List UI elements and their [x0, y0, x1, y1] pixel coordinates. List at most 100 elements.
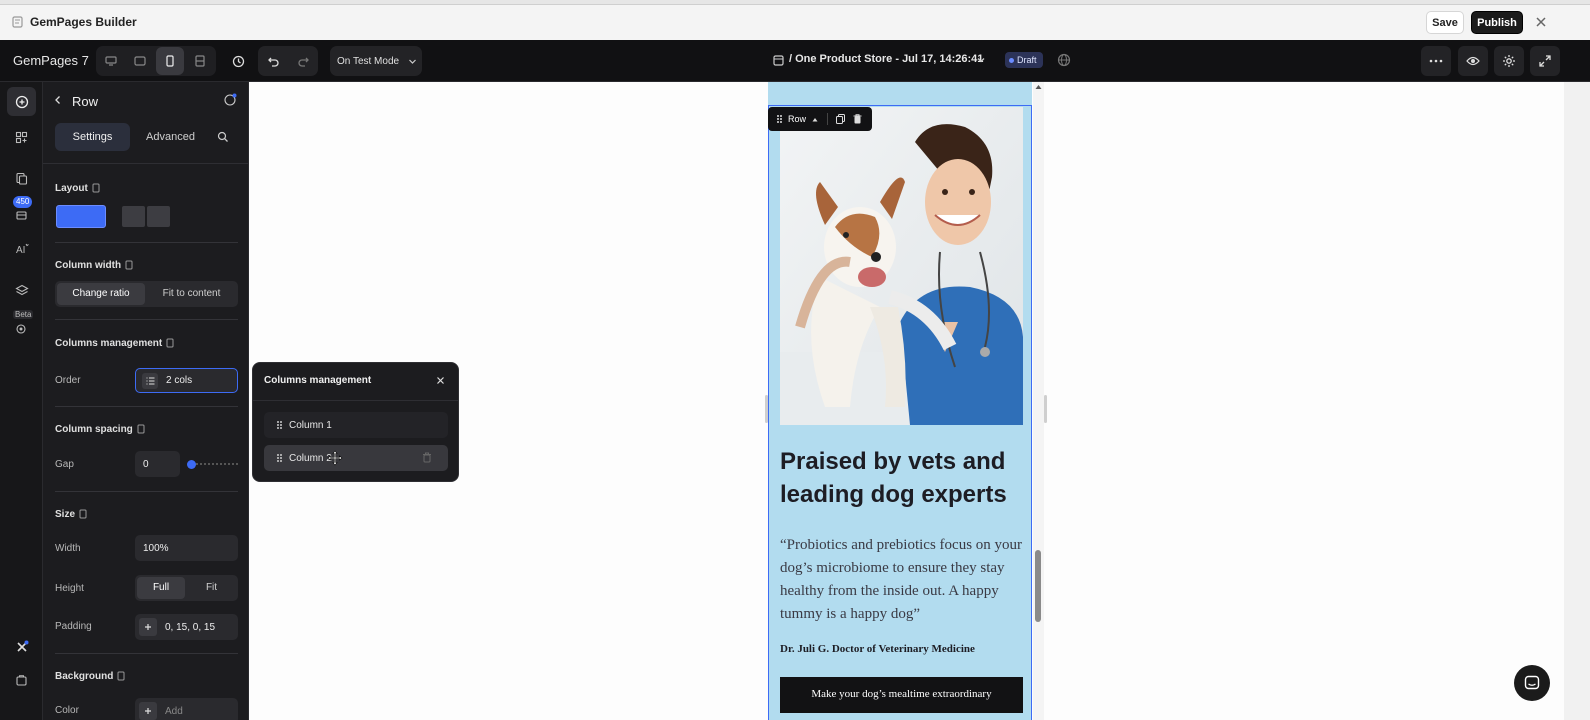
gap-input[interactable]: 0 — [135, 451, 180, 477]
help-icon[interactable] — [224, 93, 237, 106]
more-options-icon[interactable] — [1421, 46, 1451, 76]
move-cursor-icon — [327, 450, 343, 466]
add-element-icon[interactable] — [7, 87, 36, 116]
ai-text-icon[interactable]: AI — [7, 234, 36, 263]
gap-slider-track[interactable] — [189, 463, 238, 465]
save-button[interactable]: Save — [1426, 11, 1464, 34]
scroll-up-arrow-icon[interactable] — [1035, 84, 1042, 90]
desktop-view-icon[interactable] — [97, 47, 125, 75]
layout-section-title: Layout — [55, 183, 100, 194]
preview-eye-icon[interactable] — [1458, 46, 1488, 76]
drag-handle-icon[interactable] — [276, 420, 283, 430]
color-placeholder: Add — [165, 705, 183, 717]
status-badge: Draft — [1005, 52, 1043, 68]
chat-icon — [1524, 675, 1540, 691]
svg-text:AI: AI — [16, 245, 25, 255]
change-ratio-option[interactable]: Change ratio — [57, 283, 145, 305]
search-icon[interactable] — [217, 131, 229, 143]
info-icon — [125, 260, 133, 270]
column-spacing-section-title: Column spacing — [55, 424, 145, 435]
column-width-segment: Change ratio Fit to content — [55, 281, 238, 307]
brand-name: GemPages 7 — [13, 53, 89, 68]
divider — [55, 491, 238, 492]
library-icon[interactable] — [7, 200, 36, 229]
caret-up-icon[interactable] — [812, 117, 818, 122]
layout-one-column-option[interactable] — [56, 205, 106, 228]
divider — [55, 242, 238, 243]
layout-two-column-right[interactable] — [147, 206, 170, 227]
divider — [55, 406, 238, 407]
resize-handle-right[interactable] — [1044, 395, 1047, 423]
popup-divider — [253, 400, 458, 401]
scrollbar-thumb[interactable] — [1035, 550, 1041, 622]
order-field[interactable]: 2 cols — [135, 368, 238, 393]
page-title[interactable]: / One Product Store - Jul 17, 14:26:41 — [789, 53, 983, 65]
drag-handle-icon[interactable] — [776, 114, 783, 124]
height-fit-option[interactable]: Fit — [187, 577, 236, 599]
undo-icon[interactable] — [259, 47, 287, 75]
chat-support-button[interactable] — [1514, 665, 1550, 701]
chevron-down-icon[interactable] — [976, 55, 986, 65]
gap-slider-handle[interactable] — [187, 460, 196, 469]
drag-handle-icon[interactable] — [276, 453, 283, 463]
order-value: 2 cols — [166, 375, 193, 386]
chevron-down-icon — [408, 57, 417, 66]
height-full-option[interactable]: Full — [137, 577, 185, 599]
column-item-1[interactable]: Column 1 — [264, 412, 448, 438]
width-input[interactable]: 100% — [135, 535, 238, 561]
status-dot — [1009, 57, 1014, 63]
close-icon[interactable] — [436, 376, 445, 385]
tab-settings[interactable]: Settings — [55, 123, 130, 151]
publish-button[interactable]: Publish — [1471, 11, 1523, 34]
redo-icon[interactable] — [289, 47, 317, 75]
apps-icon[interactable] — [7, 666, 36, 695]
plus-icon[interactable] — [139, 618, 157, 636]
tablet-view-icon[interactable] — [126, 47, 154, 75]
integrations-x-icon[interactable] — [7, 632, 36, 661]
back-chevron-icon[interactable] — [53, 95, 63, 105]
info-icon — [137, 424, 145, 434]
settings-panel: Row Settings Advanced Layout Column widt… — [43, 82, 249, 720]
trash-icon[interactable] — [422, 452, 432, 463]
padding-field[interactable]: 0, 15, 0, 15 — [135, 614, 238, 640]
layout-two-column-left[interactable] — [122, 206, 145, 227]
plus-icon[interactable] — [139, 702, 157, 720]
column-item-2[interactable]: Column 2 — [264, 445, 448, 471]
settings-gear-icon[interactable] — [1494, 46, 1524, 76]
columns-management-popup: Columns management Column 1 Column 2 — [252, 362, 459, 482]
info-icon — [117, 671, 125, 681]
history-icon[interactable] — [224, 47, 252, 75]
vet-with-dog-image — [780, 107, 1023, 425]
width-label: Width — [55, 543, 81, 554]
mobile-view-icon[interactable] — [156, 47, 184, 75]
preview-cta-button[interactable]: Make your dog’s mealtime extraordinary — [780, 677, 1023, 713]
preview-heading: Praised by vets and leading dog experts — [780, 448, 1007, 508]
test-mode-dropdown[interactable]: On Test Mode — [330, 46, 422, 76]
preview-scrollbar[interactable] — [1033, 82, 1044, 720]
info-icon — [92, 183, 100, 193]
fit-to-content-option[interactable]: Fit to content — [147, 283, 236, 305]
column-item-label: Column 1 — [289, 419, 332, 431]
close-window-icon[interactable] — [1534, 15, 1548, 29]
preview-author: Dr. Juli G. Doctor of Veterinary Medicin… — [780, 643, 975, 655]
info-icon — [79, 509, 87, 519]
mobile-preview: Row Praised by vets and leading dog expe… — [768, 82, 1032, 720]
globe-icon[interactable] — [1057, 53, 1071, 67]
pages-icon[interactable] — [7, 164, 36, 193]
beta-feature-icon[interactable] — [7, 315, 36, 344]
duplicate-icon[interactable] — [836, 114, 846, 124]
sections-icon[interactable] — [7, 123, 36, 152]
panel-title: Row — [72, 94, 99, 109]
layout-view-icon[interactable] — [186, 47, 214, 75]
color-field[interactable]: Add — [135, 698, 238, 720]
delete-icon[interactable] — [853, 114, 862, 124]
page-icon — [773, 55, 784, 66]
layers-icon[interactable] — [7, 276, 36, 305]
height-label: Height — [55, 583, 84, 594]
row-tag-label[interactable]: Row — [788, 114, 806, 124]
fullscreen-icon[interactable] — [1530, 46, 1560, 76]
window-titlebar: GemPages Builder Save Publish — [0, 4, 1590, 40]
tabs-divider — [43, 163, 248, 164]
tab-advanced[interactable]: Advanced — [133, 123, 208, 151]
divider — [55, 319, 238, 320]
